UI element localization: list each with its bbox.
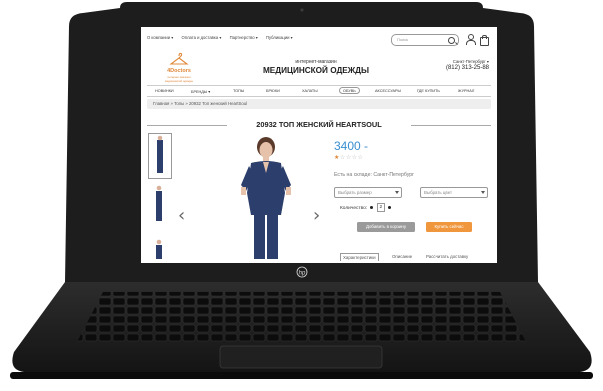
- star-icon: ☆☆☆☆: [339, 154, 364, 161]
- store-name: МЕДИЦИНСКОЙ ОДЕЖДЫ: [262, 66, 370, 75]
- thumbnail-1[interactable]: [148, 133, 172, 179]
- top-links: О компании ▾ Оплата и доставка ▾ Партнер…: [147, 35, 300, 40]
- product-title: 20932 ТОП ЖЕНСКИЙ HEARTSOUL: [256, 120, 382, 129]
- thumbnail-3[interactable]: [148, 229, 170, 263]
- quantity-increase-button[interactable]: [388, 206, 392, 209]
- thumbnail-list: [148, 133, 172, 263]
- product-photo: [223, 133, 307, 263]
- breadcrumb: Главная » Топы » 20932 Топ женский Heart…: [147, 99, 491, 109]
- title-divider-left: [147, 125, 227, 126]
- phone-number[interactable]: (812) 313-25-88: [446, 65, 489, 71]
- cart-icon[interactable]: [479, 34, 489, 46]
- rating-stars[interactable]: ★☆☆☆☆: [334, 154, 363, 161]
- size-select[interactable]: Выбрать размер: [334, 187, 402, 198]
- top-link-publications[interactable]: Публикации ▾: [266, 35, 293, 40]
- site-header: 4Doctors интернет-магазин медицинской од…: [141, 49, 497, 83]
- color-select[interactable]: Выбрать цвет: [420, 187, 488, 198]
- nav-item-where-to-buy[interactable]: ГДЕ КУПИТЬ: [417, 89, 440, 93]
- city-select[interactable]: Санкт-Петербург ▾: [446, 59, 489, 64]
- top-bar: О компании ▾ Оплата и доставка ▾ Партнер…: [147, 34, 491, 46]
- webcam: [300, 8, 304, 12]
- top-link-partnership[interactable]: Партнерство ▾: [230, 35, 258, 40]
- tab-description[interactable]: Описание: [392, 254, 412, 259]
- chevron-down-icon: [481, 190, 485, 194]
- nav-item-accessories[interactable]: АКСЕССУАРЫ: [375, 89, 401, 93]
- breadcrumb-text[interactable]: Главная » Топы » 20932 Топ женский Heart…: [153, 101, 247, 106]
- svg-text:hp: hp: [299, 271, 306, 277]
- logo-name: 4Doctors: [167, 68, 191, 74]
- nav-item-gowns[interactable]: ХАЛАТЫ: [302, 89, 318, 93]
- thumbnail-2[interactable]: [148, 181, 170, 225]
- title-divider-right: [411, 125, 491, 126]
- model-image: [241, 137, 291, 259]
- nav-item-tops[interactable]: ТОПЫ: [233, 89, 244, 93]
- logo-tagline: интернет-магазин медицинской одежды: [164, 75, 194, 83]
- keyboard: [77, 292, 526, 342]
- buy-now-button[interactable]: Купить сейчас: [426, 222, 472, 232]
- tab-shipping[interactable]: Рассчитать доставку: [426, 254, 468, 259]
- tab-characteristics[interactable]: Характеристики: [340, 253, 379, 261]
- quantity-input[interactable]: 2: [376, 203, 385, 212]
- product-title-row: 20932 ТОП ЖЕНСКИЙ HEARTSOUL: [147, 120, 491, 130]
- top-link-company[interactable]: О компании ▾: [147, 35, 173, 40]
- stock-status: Есть на складе: Санкт-Петербург: [334, 172, 415, 178]
- add-to-cart-button[interactable]: Добавить в корзину: [357, 222, 415, 232]
- quantity-label: Количество:: [340, 205, 368, 211]
- chevron-right-icon[interactable]: ›: [313, 205, 320, 226]
- nav-item-brands[interactable]: БРЕНДЫ ▾: [191, 89, 210, 94]
- chevron-down-icon: [395, 190, 399, 194]
- screen: О компании ▾ Оплата и доставка ▾ Партнер…: [141, 27, 497, 263]
- touchpad: [219, 345, 383, 369]
- logo[interactable]: 4Doctors интернет-магазин медицинской од…: [159, 52, 199, 83]
- color-select-label: Выбрать цвет: [424, 190, 453, 195]
- top-link-payment[interactable]: Оплата и доставка ▾: [182, 35, 222, 40]
- chevron-left-icon[interactable]: ‹: [178, 205, 185, 226]
- store-title: интернет-магазин МЕДИЦИНСКОЙ ОДЕЖДЫ: [241, 59, 391, 75]
- search-placeholder: Поиск: [397, 37, 409, 42]
- hanger-icon: [169, 52, 189, 65]
- product-tabs: Характеристики Описание Рассчитать доста…: [340, 253, 490, 263]
- search-icon[interactable]: [448, 36, 455, 44]
- nav-item-new[interactable]: НОВИНКИ: [155, 89, 174, 93]
- nav-item-pants[interactable]: БРЮКИ: [266, 89, 280, 93]
- size-select-label: Выбрать размер: [338, 190, 372, 195]
- product-price: 3400 -: [334, 139, 369, 153]
- search-input[interactable]: Поиск: [391, 34, 459, 46]
- store-subtitle: интернет-магазин: [295, 59, 337, 65]
- main-nav: НОВИНКИ БРЕНДЫ ▾ ТОПЫ БРЮКИ ХАЛАТЫ ОБУВЬ…: [147, 85, 491, 97]
- nav-item-shoes[interactable]: ОБУВЬ: [339, 87, 360, 95]
- nav-item-journal[interactable]: ЖУРНАЛ: [458, 89, 474, 93]
- contact-info: Санкт-Петербург ▾ (812) 313-25-88: [446, 59, 489, 71]
- user-icon[interactable]: [465, 34, 476, 45]
- quantity-stepper: Количество: 2: [340, 203, 393, 212]
- quantity-decrease-button[interactable]: [370, 206, 374, 209]
